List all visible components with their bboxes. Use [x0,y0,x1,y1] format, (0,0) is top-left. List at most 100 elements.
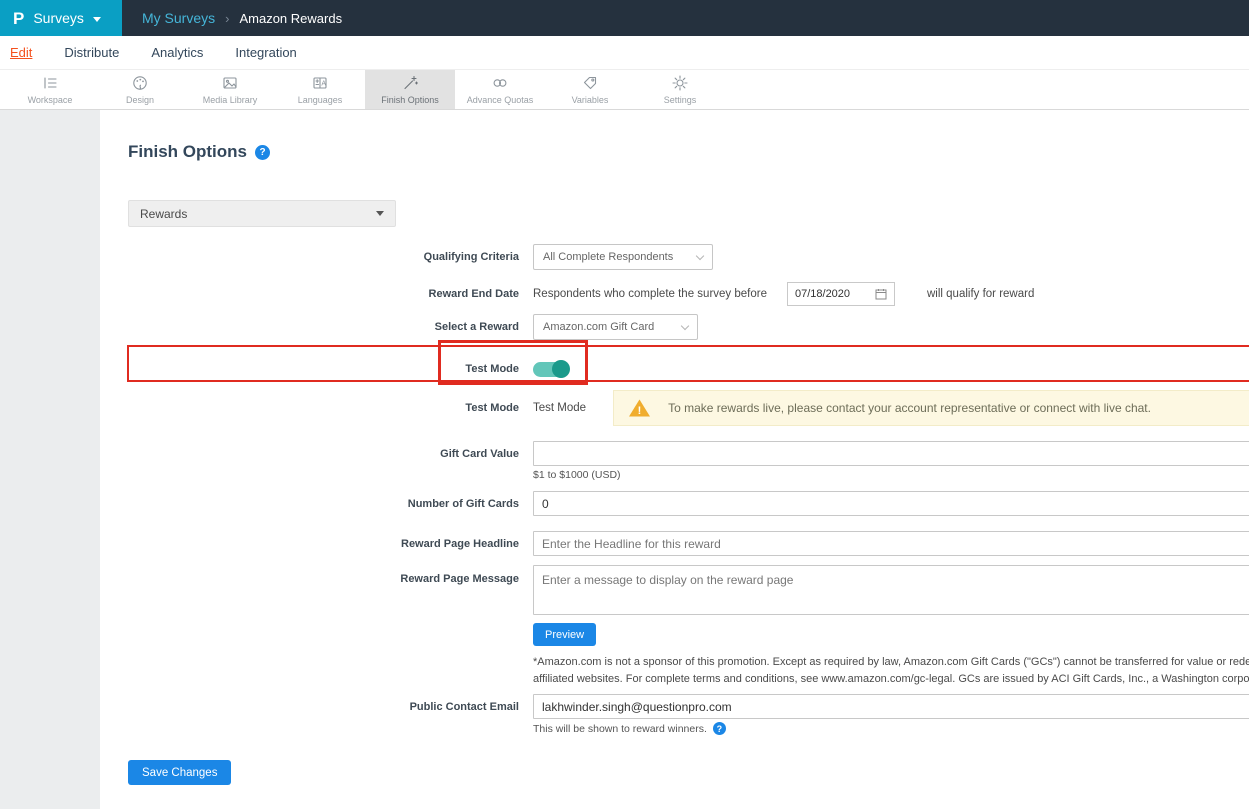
public-contact-email-label: Public Contact Email [100,701,519,713]
reward-page-message-textarea[interactable] [533,565,1249,615]
topbar: P Surveys My Surveys › Amazon Rewards [0,0,1249,36]
nav-tab-analytics[interactable]: Analytics [151,45,219,60]
test-mode-toggle[interactable] [533,362,569,377]
gift-card-value-row: Gift Card Value [100,441,1249,466]
toolbar-item-design[interactable]: Design [95,70,185,109]
number-of-gift-cards-label: Number of Gift Cards [100,498,519,510]
test-mode-status-value: Test Mode [533,402,586,414]
toolbar-item-label: Workspace [28,95,73,105]
toolbar-item-finish-options[interactable]: Finish Options [365,70,455,109]
breadcrumb-current-survey: Amazon Rewards [239,11,342,26]
toolbar-item-label: Languages [298,95,343,105]
select-reward-label: Select a Reward [100,321,519,333]
chevron-down-icon [93,17,101,22]
chevron-down-icon [376,211,384,216]
qualifying-criteria-row: Qualifying Criteria All Complete Respond… [100,244,1249,270]
calendar-icon [875,288,887,300]
breadcrumb-separator: › [225,11,229,26]
qualifying-criteria-select[interactable]: All Complete Respondents [533,244,713,270]
finish-option-type-value: Rewards [140,207,187,221]
finish-option-type-dropdown[interactable]: Rewards [128,200,396,227]
disclaimer-line-2: affiliated websites. For complete terms … [533,671,1249,688]
workspace-list-icon [41,74,59,92]
warning-text: To make rewards live, please contact you… [668,401,1151,415]
design-palette-icon [131,74,149,92]
toolbar-item-label: Variables [572,95,609,105]
edit-toolbar: Workspace Design Media Library A Languag… [0,69,1249,110]
test-mode-status-label: Test Mode [100,402,519,414]
settings-gear-icon [671,74,689,92]
toolbar-item-label: Advance Quotas [467,95,534,105]
reward-end-date-input[interactable]: 07/18/2020 [787,282,895,306]
toolbar-item-advance-quotas[interactable]: Advance Quotas [455,70,545,109]
surveys-menu-label: Surveys [33,10,84,26]
chevron-down-icon [696,251,704,259]
languages-translate-icon: A [311,74,329,92]
qualifying-criteria-value: All Complete Respondents [543,251,673,263]
toolbar-item-variables[interactable]: Variables [545,70,635,109]
gift-card-value-label: Gift Card Value [100,448,519,460]
select-reward-row: Select a Reward Amazon.com Gift Card [100,314,1249,340]
left-gutter [0,110,100,809]
variables-tag-icon [581,74,599,92]
number-of-gift-cards-input[interactable] [533,491,1249,516]
chevron-down-icon [681,321,689,329]
toggle-knob [552,360,570,378]
preview-button[interactable]: Preview [533,623,596,646]
reward-page-message-label: Reward Page Message [100,565,519,585]
help-icon[interactable]: ? [255,145,270,160]
svg-text:A: A [321,81,326,88]
toolbar-item-workspace[interactable]: Workspace [5,70,95,109]
questionpro-app: P Surveys My Surveys › Amazon Rewards Ed… [0,0,1249,809]
select-reward-select[interactable]: Amazon.com Gift Card [533,314,698,340]
reward-end-date-prefix: Respondents who complete the survey befo… [533,288,767,300]
public-contact-email-helper: This will be shown to reward winners. ? [533,722,1249,735]
nav-tab-integration[interactable]: Integration [235,45,312,60]
disclaimer-line-1: *Amazon.com is not a sponsor of this pro… [533,654,1249,671]
public-contact-email-row: Public Contact Email [100,694,1249,719]
amazon-disclaimer: *Amazon.com is not a sponsor of this pro… [533,654,1249,688]
qualifying-criteria-label: Qualifying Criteria [100,251,519,263]
page-title-text: Finish Options [128,142,247,162]
reward-page-headline-input[interactable] [533,531,1249,556]
save-changes-button[interactable]: Save Changes [128,760,231,785]
toolbar-item-label: Media Library [203,95,258,105]
reward-end-date-row: Reward End Date Respondents who complete… [100,282,1249,306]
page-title: Finish Options ? [128,142,1249,162]
toolbar-item-settings[interactable]: Settings [635,70,725,109]
breadcrumb-my-surveys[interactable]: My Surveys [142,10,215,26]
survey-section-nav: Edit Distribute Analytics Integration [0,36,1249,69]
reward-page-headline-label: Reward Page Headline [100,538,519,550]
toolbar-item-media-library[interactable]: Media Library [185,70,275,109]
gift-card-value-helper-text: $1 to $1000 (USD) [533,469,621,481]
help-icon[interactable]: ? [713,722,726,735]
select-reward-value: Amazon.com Gift Card [543,321,654,333]
toolbar-item-label: Design [126,95,154,105]
reward-page-headline-row: Reward Page Headline [100,531,1249,556]
rewards-form: Qualifying Criteria All Complete Respond… [100,244,1249,785]
finish-options-panel: Finish Options ? Rewards Qualifying Crit… [100,110,1249,809]
test-mode-warning-banner: ! To make rewards live, please contact y… [613,390,1249,426]
public-contact-email-helper-text: This will be shown to reward winners. [533,723,707,735]
toolbar-item-label: Settings [664,95,697,105]
number-of-gift-cards-row: Number of Gift Cards [100,491,1249,516]
test-mode-toggle-label: Test Mode [100,363,519,375]
surveys-product-menu[interactable]: P Surveys [0,0,122,36]
svg-text:!: ! [638,405,642,417]
reward-end-date-suffix: will qualify for reward [927,288,1034,300]
reward-page-message-row: Reward Page Message [100,565,1249,615]
public-contact-email-input[interactable] [533,694,1249,719]
media-library-image-icon [221,74,239,92]
questionpro-logo: P [13,10,24,27]
advance-quotas-links-icon [491,74,509,92]
reward-end-date-value: 07/18/2020 [795,288,850,300]
gift-card-value-helper: $1 to $1000 (USD) [533,469,1249,481]
reward-end-date-label: Reward End Date [100,288,519,300]
gift-card-value-input[interactable] [533,441,1249,466]
toolbar-item-languages[interactable]: A Languages [275,70,365,109]
test-mode-toggle-row: Test Mode [100,360,1249,378]
test-mode-status-row: Test Mode Test Mode ! To make rewards li… [100,390,1249,426]
nav-tab-distribute[interactable]: Distribute [64,45,135,60]
toolbar-item-label: Finish Options [381,95,439,105]
nav-tab-edit[interactable]: Edit [10,45,48,60]
